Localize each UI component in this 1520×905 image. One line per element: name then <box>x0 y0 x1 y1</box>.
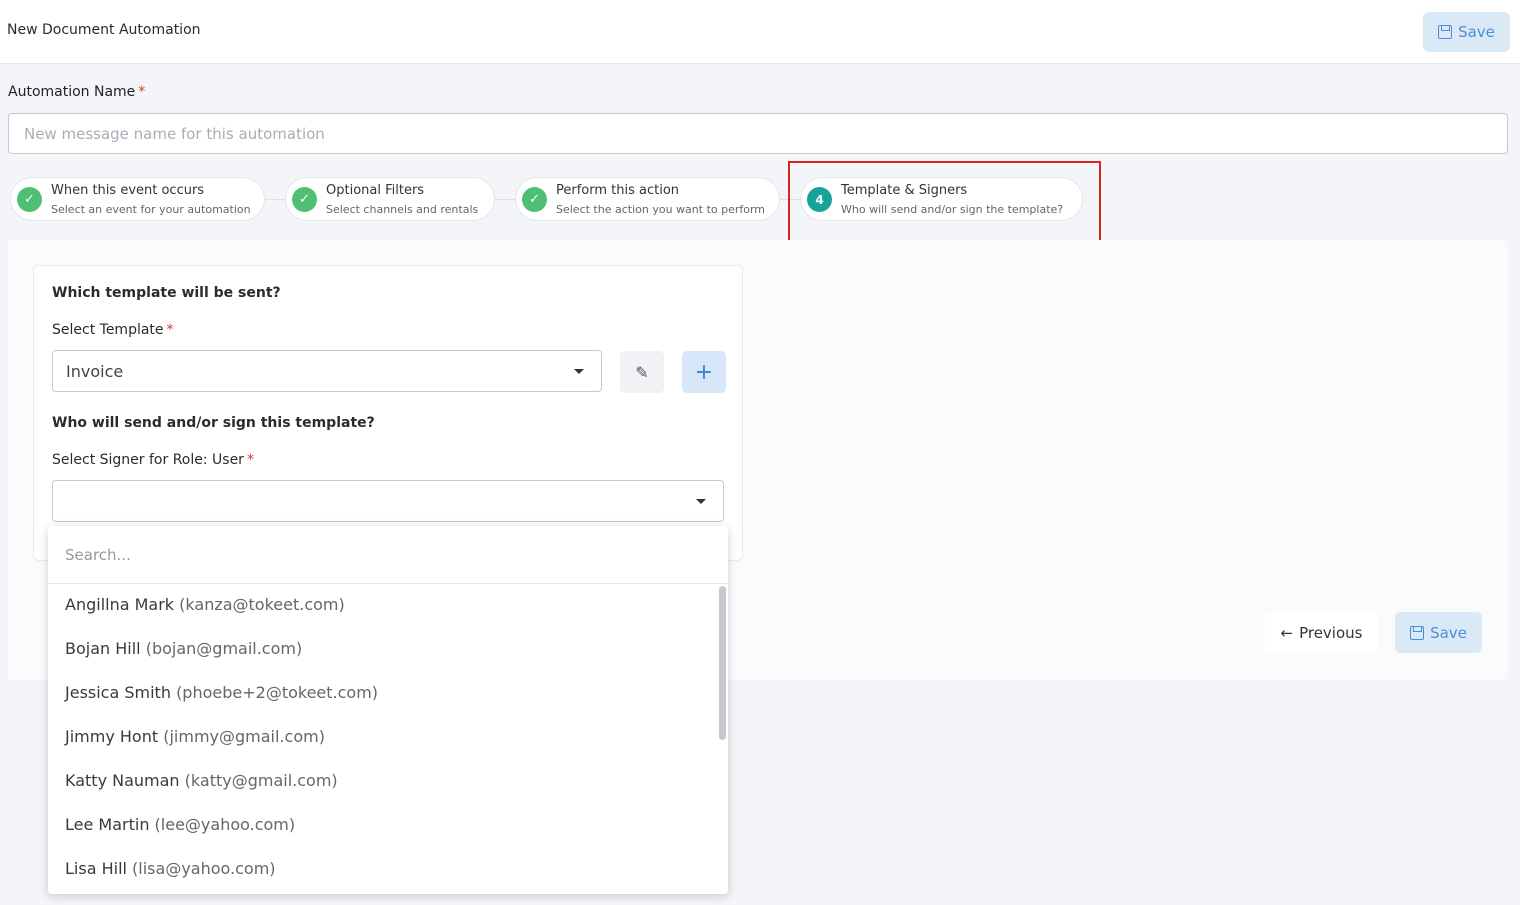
required-mark: * <box>246 452 254 468</box>
signer-search-input[interactable] <box>48 526 728 584</box>
step-subtitle: Select channels and rentals <box>326 203 479 216</box>
signer-option[interactable]: Jessica Smith (phoebe+2@tokeet.com) <box>48 672 718 716</box>
automation-name-input[interactable] <box>8 113 1508 154</box>
active-step-highlight <box>788 161 1101 242</box>
step-filters[interactable]: ✓ Optional Filters Select channels and r… <box>285 177 495 221</box>
signer-option[interactable]: Bojan Hill (bojan@gmail.com) <box>48 628 718 672</box>
step-connector <box>265 199 285 200</box>
signer-option[interactable]: Lee Martin (lee@yahoo.com) <box>48 804 718 848</box>
pencil-icon: ✎ <box>635 362 649 382</box>
step-action[interactable]: ✓ Perform this action Select the action … <box>515 177 780 221</box>
edit-template-button[interactable]: ✎ <box>620 351 664 393</box>
page-title: New Document Automation <box>7 22 201 38</box>
save-icon <box>1438 25 1453 39</box>
previous-button[interactable]: ← Previous <box>1265 612 1378 653</box>
signer-option[interactable]: Jimmy Hont (jimmy@gmail.com) <box>48 716 718 760</box>
signer-option[interactable]: Katty Nauman (katty@gmail.com) <box>48 760 718 804</box>
required-mark: * <box>138 84 146 100</box>
automation-name-label: Automation Name * <box>8 84 146 100</box>
step-subtitle: Select an event for your automation <box>51 203 251 216</box>
select-template-label: Select Template * <box>52 322 174 338</box>
save-button-top[interactable]: Save <box>1423 12 1510 52</box>
template-select-value: Invoice <box>66 362 124 381</box>
template-question: Which template will be sent? <box>52 285 281 301</box>
step-title: Perform this action <box>556 183 680 198</box>
step-event[interactable]: ✓ When this event occurs Select an event… <box>10 177 265 221</box>
signer-question: Who will send and/or sign this template? <box>52 415 375 431</box>
top-bar: New Document Automation Save <box>0 0 1520 64</box>
check-icon: ✓ <box>292 187 317 212</box>
arrow-left-icon: ← <box>1280 623 1294 642</box>
add-template-button[interactable]: + <box>682 351 726 393</box>
save-button-label: Save <box>1458 23 1495 41</box>
step-title: Optional Filters <box>326 183 425 198</box>
required-mark: * <box>166 322 174 338</box>
chevron-down-icon <box>574 369 584 374</box>
signer-option[interactable]: Angillna Mark (kanza@tokeet.com) <box>48 584 718 628</box>
template-select[interactable]: Invoice <box>52 350 602 392</box>
dropdown-scrollbar[interactable] <box>719 586 726 740</box>
save-icon <box>1410 625 1425 640</box>
select-signer-label: Select Signer for Role: User * <box>52 452 254 468</box>
save-button-label: Save <box>1430 623 1467 642</box>
plus-icon: + <box>694 359 714 385</box>
step-subtitle: Select the action you want to perform <box>556 203 766 216</box>
signer-select[interactable] <box>52 480 724 522</box>
step-title: When this event occurs <box>51 183 205 198</box>
save-button-bottom[interactable]: Save <box>1395 612 1482 653</box>
chevron-down-icon <box>696 499 706 504</box>
step-connector <box>495 199 515 200</box>
signer-options-list: Angillna Mark (kanza@tokeet.com) Bojan H… <box>48 584 718 892</box>
check-icon: ✓ <box>17 187 42 212</box>
previous-button-label: Previous <box>1299 623 1363 642</box>
signer-dropdown: Angillna Mark (kanza@tokeet.com) Bojan H… <box>48 526 728 894</box>
template-card: Which template will be sent? Select Temp… <box>33 265 743 561</box>
check-icon: ✓ <box>522 187 547 212</box>
signer-option[interactable]: Lisa Hill (lisa@yahoo.com) <box>48 848 718 892</box>
